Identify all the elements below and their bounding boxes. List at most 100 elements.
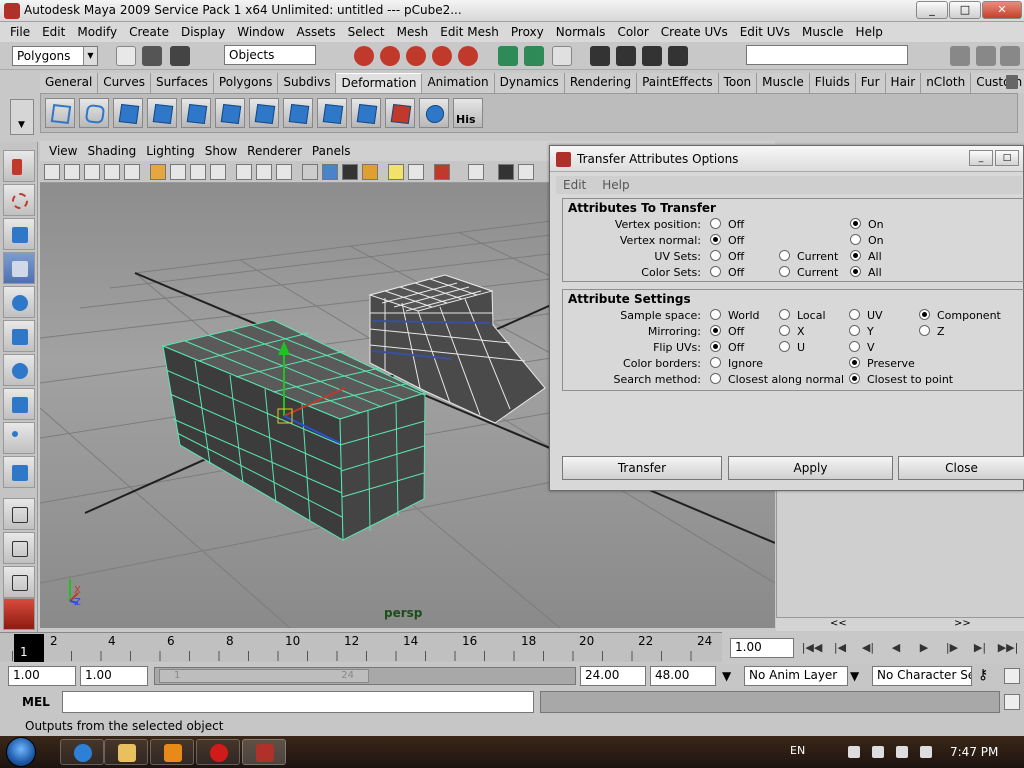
color-borders-ignore-radio[interactable]: Ignore xyxy=(710,357,763,370)
chevron-down-icon[interactable]: ▼ xyxy=(850,669,859,683)
sculpt-deformer-icon[interactable] xyxy=(351,98,381,128)
dialog-maximize-button[interactable]: □ xyxy=(995,150,1019,166)
key-icon[interactable]: ⚷ xyxy=(978,667,988,683)
viewport-menu-show[interactable]: Show xyxy=(200,144,242,158)
animation-preferences-icon[interactable] xyxy=(1004,668,1020,684)
uv-sets-all-radio[interactable]: All xyxy=(850,250,882,263)
flip-uvs-u-radio[interactable]: U xyxy=(779,341,805,354)
vertex-position-off-radio[interactable]: Off xyxy=(710,218,744,231)
taskbar-maya[interactable] xyxy=(242,739,286,765)
command-input[interactable] xyxy=(62,691,534,713)
flag-icon[interactable] xyxy=(872,746,884,758)
resolution-gate-icon[interactable] xyxy=(190,164,206,180)
field-chart-icon[interactable] xyxy=(236,164,252,180)
shelf-tab-toon[interactable]: Toon xyxy=(718,73,758,93)
flip-uvs-v-radio[interactable]: V xyxy=(849,341,875,354)
nonlinear-flare-icon[interactable] xyxy=(181,98,211,128)
snap-to-grid-icon[interactable] xyxy=(432,46,452,66)
move-tool-icon[interactable] xyxy=(3,252,35,284)
vertex-normal-off-radio[interactable]: Off xyxy=(710,234,744,247)
mirroring-y-radio[interactable]: Y xyxy=(849,325,874,338)
menu-file[interactable]: File xyxy=(4,25,36,39)
step-back-button[interactable]: |◀ xyxy=(828,638,852,658)
time-slider[interactable]: 1 2 4 6 8 10 12 14 16 18 20 22 24 xyxy=(0,632,722,662)
safe-action-icon[interactable] xyxy=(256,164,272,180)
search-method-closest-point-radio[interactable]: Closest to point xyxy=(849,373,953,386)
network-icon[interactable] xyxy=(896,746,908,758)
nonlinear-bend-icon[interactable] xyxy=(147,98,177,128)
shelf-tab-painteffects[interactable]: PaintEffects xyxy=(637,73,719,93)
channel-box-icon[interactable] xyxy=(1000,46,1020,66)
backface-culling-icon[interactable] xyxy=(518,164,534,180)
uv-sets-off-radio[interactable]: Off xyxy=(710,250,744,263)
vertex-normal-on-radio[interactable]: On xyxy=(850,234,884,247)
close-window-button[interactable]: ✕ xyxy=(982,1,1022,19)
flip-uvs-off-radio[interactable]: Off xyxy=(710,341,744,354)
mirroring-off-radio[interactable]: Off xyxy=(710,325,744,338)
smooth-shade-icon[interactable] xyxy=(322,164,338,180)
menu-edit-uvs[interactable]: Edit UVs xyxy=(734,25,796,39)
mirroring-z-radio[interactable]: Z xyxy=(919,325,945,338)
taskbar-explorer[interactable] xyxy=(104,739,148,765)
language-indicator[interactable]: EN xyxy=(790,744,805,757)
search-method-closest-normal-radio[interactable]: Closest along normal xyxy=(710,373,844,386)
scale-tool-icon[interactable] xyxy=(3,320,35,352)
uv-sets-current-radio[interactable]: Current xyxy=(779,250,838,263)
render-view-icon[interactable] xyxy=(552,46,572,66)
close-button[interactable]: Close xyxy=(898,456,1024,480)
viewport-menu-renderer[interactable]: Renderer xyxy=(242,144,307,158)
menu-help[interactable]: Help xyxy=(850,25,889,39)
wire-tool-icon[interactable] xyxy=(385,98,415,128)
menu-assets[interactable]: Assets xyxy=(291,25,342,39)
selection-mode-field[interactable]: Objects xyxy=(224,45,316,65)
shelf-tab-fluids[interactable]: Fluids xyxy=(809,73,856,93)
film-gate-icon[interactable] xyxy=(170,164,186,180)
shelf-tab-rendering[interactable]: Rendering xyxy=(564,73,638,93)
viewport-menu-view[interactable]: View xyxy=(44,144,82,158)
layout-four-pane-icon[interactable] xyxy=(3,532,35,564)
shelf-tab-polygons[interactable]: Polygons xyxy=(213,73,279,93)
camera-attributes-icon[interactable] xyxy=(64,164,80,180)
construction-history-icon[interactable] xyxy=(498,46,518,66)
cluster-icon[interactable] xyxy=(113,98,143,128)
hypershade-icon[interactable] xyxy=(668,46,688,66)
scroll-right-button[interactable]: >> xyxy=(954,618,971,629)
taskbar-ie[interactable] xyxy=(60,739,104,765)
transfer-button[interactable]: Transfer xyxy=(562,456,722,480)
sample-space-local-radio[interactable]: Local xyxy=(779,309,826,322)
play-forwards-button[interactable]: ▶ xyxy=(912,638,936,658)
shelf-tab-fur[interactable]: Fur xyxy=(855,73,886,93)
dialog-title-bar[interactable]: Transfer Attributes Options _ □ xyxy=(550,146,1023,172)
wireframe-on-shaded-icon[interactable] xyxy=(342,164,358,180)
input-output-icon[interactable] xyxy=(524,46,544,66)
shelf-tab-dynamics[interactable]: Dynamics xyxy=(494,73,565,93)
render-current-frame-icon[interactable] xyxy=(590,46,610,66)
menu-proxy[interactable]: Proxy xyxy=(505,25,550,39)
select-tool-icon[interactable] xyxy=(3,150,35,182)
sample-space-uv-radio[interactable]: UV xyxy=(849,309,883,322)
viewport-menu-panels[interactable]: Panels xyxy=(307,144,356,158)
color-sets-all-radio[interactable]: All xyxy=(850,266,882,279)
color-sets-current-radio[interactable]: Current xyxy=(779,266,838,279)
lasso-tool-icon[interactable] xyxy=(3,184,35,216)
two-d-pan-zoom-icon[interactable] xyxy=(124,164,140,180)
save-scene-icon[interactable] xyxy=(170,46,190,66)
anim-layer-field[interactable]: No Anim Layer xyxy=(744,666,848,686)
tool-settings-icon[interactable] xyxy=(976,46,996,66)
step-forward-button[interactable]: ▶| xyxy=(968,638,992,658)
shelf-menu-button[interactable]: ▼ xyxy=(10,99,34,135)
maximize-button[interactable]: □ xyxy=(949,1,981,19)
color-borders-preserve-radio[interactable]: Preserve xyxy=(849,357,915,370)
menu-create[interactable]: Create xyxy=(123,25,175,39)
textured-icon[interactable] xyxy=(362,164,378,180)
use-all-lights-icon[interactable] xyxy=(388,164,404,180)
ipr-render-icon[interactable] xyxy=(616,46,636,66)
nonlinear-twist-icon[interactable] xyxy=(283,98,313,128)
image-plane-icon[interactable] xyxy=(104,164,120,180)
menu-window[interactable]: Window xyxy=(231,25,290,39)
grid-icon[interactable] xyxy=(150,164,166,180)
shelf-tab-hair[interactable]: Hair xyxy=(885,73,922,93)
render-settings-icon[interactable] xyxy=(642,46,662,66)
minimize-button[interactable]: _ xyxy=(916,1,948,19)
shelf-tab-surfaces[interactable]: Surfaces xyxy=(150,73,214,93)
